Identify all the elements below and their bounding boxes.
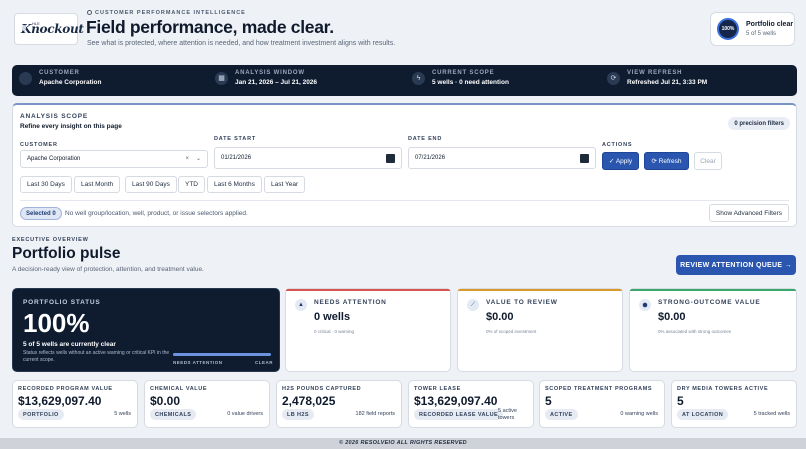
portfolio-clear-badge: 100% Portfolio clear 5 of 5 wells — [710, 12, 795, 46]
refresh-icon: ⟳ — [607, 71, 620, 85]
context-bar: CUSTOMER Apache Corporation ▦ ANALYSIS WI… — [12, 65, 797, 96]
selected-filters-text: No well group/location, well, product, o… — [65, 210, 248, 217]
page-subtitle: See what is protected, where attention i… — [87, 40, 396, 47]
recorded-program-value-card: RECORDED PROGRAM VALUE $13,629,097.40 PO… — [12, 380, 138, 428]
analysis-scope-panel: ANALYSIS SCOPE Refine every insight on t… — [12, 103, 797, 227]
preset-last-6-months[interactable]: Last 6 Months — [207, 176, 262, 193]
date-start-label: DATE START — [214, 136, 257, 142]
context-current-scope: ϟ CURRENT SCOPE 5 wells · 0 need attentio… — [412, 70, 509, 86]
selected-count-badge: Selected 0 — [20, 207, 62, 220]
overview-subtitle: A decision-ready view of protection, att… — [12, 266, 204, 273]
tower-lease-card: TOWER LEASE $13,629,097.40 RECORDED LEAS… — [408, 380, 534, 428]
preset-last-30-days[interactable]: Last 30 Days — [20, 176, 72, 193]
actions-label: ACTIONS — [602, 142, 633, 148]
apply-button[interactable]: ✓ Apply — [602, 152, 639, 170]
status-strong-text: 5 of 5 wells are currently clear — [23, 341, 116, 348]
logo-small-text: HLE — [32, 21, 40, 26]
status-progress-fill — [173, 353, 271, 356]
context-customer: CUSTOMER Apache Corporation — [19, 70, 101, 86]
card-accent — [458, 289, 622, 291]
active-tag: ACTIVE — [545, 409, 578, 420]
lb-h2s-tag: LB H2S — [282, 409, 314, 420]
date-end-label: DATE END — [408, 136, 443, 142]
scope-divider — [20, 200, 789, 201]
customer-label: CUSTOMER — [20, 142, 58, 148]
status-progress-bar — [173, 353, 271, 356]
h2s-pounds-card: H2S POUNDS CAPTURED 2,478,025 LB H2S 182… — [276, 380, 402, 428]
target-icon — [87, 10, 92, 15]
chemicals-tag: CHEMICALS — [150, 409, 197, 420]
date-end-input[interactable]: 07/21/2026 — [408, 147, 596, 169]
overview-title: Portfolio pulse — [12, 245, 121, 262]
status-label: PORTFOLIO STATUS — [23, 299, 101, 306]
customer-select[interactable]: Apache Corporation × ⌄ — [20, 150, 208, 168]
header-eyebrow: CUSTOMER PERFORMANCE INTELLIGENCE — [87, 10, 246, 16]
scoped-treatment-programs-card: SCOPED TREATMENT PROGRAMS 5 ACTIVE 0 war… — [539, 380, 665, 428]
brand-logo[interactable]: HLE Knockout — [14, 13, 84, 45]
scope-title: ANALYSIS SCOPE — [20, 113, 89, 120]
portfolio-badge-subtitle: 5 of 5 wells — [746, 31, 777, 37]
clear-button[interactable]: Clear — [694, 152, 722, 170]
page-title: Field performance, made clear. — [86, 17, 334, 37]
circle-icon — [19, 71, 32, 85]
calendar-icon: ▦ — [215, 71, 228, 85]
at-location-tag: AT LOCATION — [677, 409, 729, 420]
precision-filters-badge: 0 precision filters — [728, 117, 790, 130]
portfolio-status-card: PORTFOLIO STATUS 100% 5 of 5 wells are c… — [12, 288, 280, 372]
refresh-button[interactable]: ⟳ Refresh — [644, 152, 689, 170]
review-attention-queue-button[interactable]: REVIEW ATTENTION QUEUE → — [676, 255, 796, 275]
preset-ytd[interactable]: YTD — [178, 176, 205, 193]
show-advanced-filters-button[interactable]: Show Advanced Filters — [708, 204, 789, 222]
dry-media-towers-card: DRY MEDIA TOWERS ACTIVE 5 AT LOCATION 5 … — [671, 380, 797, 428]
overview-eyebrow: EXECUTIVE OVERVIEW — [12, 237, 89, 243]
progress-right-label: CLEAR — [255, 360, 273, 365]
context-view-refresh: ⟳ VIEW REFRESH Refreshed Jul 21, 3:33 PM — [607, 70, 707, 86]
preset-last-90-days[interactable]: Last 90 Days — [125, 176, 177, 193]
scope-subtitle: Refine every insight on this page — [20, 123, 122, 130]
needs-attention-card: ▲ NEEDS ATTENTION 0 wells 0 critical · 0… — [285, 288, 451, 372]
recorded-lease-value-tag: RECORDED LEASE VALUE — [414, 409, 504, 420]
calendar-icon[interactable] — [386, 154, 395, 163]
status-description: Status reflects wells without an active … — [23, 350, 170, 363]
date-start-input[interactable]: 01/21/2026 — [214, 147, 402, 169]
warning-icon: ▲ — [295, 299, 307, 311]
bolt-icon: ϟ — [412, 71, 425, 85]
card-accent — [630, 289, 796, 291]
portfolio-tag: PORTFOLIO — [18, 409, 64, 420]
card-accent — [286, 289, 450, 291]
clear-icon[interactable]: × — [185, 156, 189, 162]
portfolio-ring: 100% — [717, 18, 739, 40]
status-value: 100% — [23, 308, 90, 338]
footer: © 2026 RESOLVEIO ALL RIGHTS RESERVED — [0, 438, 806, 449]
chart-icon: ⟋ — [467, 299, 479, 311]
logo-text: Knockout — [21, 22, 84, 36]
value-to-review-card: ⟋ VALUE TO REVIEW $0.00 0% of scoped inv… — [457, 288, 623, 372]
preset-last-month[interactable]: Last Month — [74, 176, 121, 193]
strong-outcome-value-card: ⬢ STRONG-OUTCOME VALUE $0.00 0% associat… — [629, 288, 797, 372]
shield-icon: ⬢ — [639, 299, 651, 311]
progress-left-label: NEEDS ATTENTION — [173, 360, 223, 365]
chemical-value-card: CHEMICAL VALUE $0.00 CHEMICALS 0 value d… — [144, 380, 270, 428]
preset-last-year[interactable]: Last Year — [264, 176, 306, 193]
portfolio-badge-title: Portfolio clear — [746, 21, 794, 28]
calendar-icon[interactable] — [580, 154, 589, 163]
context-analysis-window: ▦ ANALYSIS WINDOW Jan 21, 2026 – Jul 21, … — [215, 70, 317, 86]
chevron-down-icon[interactable]: ⌄ — [196, 155, 201, 162]
